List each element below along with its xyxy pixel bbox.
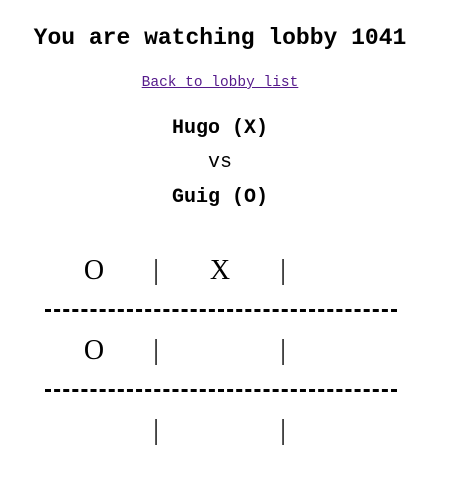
board-column-separator: | [153, 255, 159, 286]
board-cell-r1-c2[interactable]: X [190, 254, 250, 288]
board-cell-r1-c3[interactable] [318, 254, 378, 288]
board-column-separator: | [280, 415, 286, 446]
board-column-separator: | [280, 335, 286, 366]
board-column-separator: | [153, 415, 159, 446]
board-cell-r3-c1[interactable] [64, 414, 124, 448]
board-row-separator [45, 389, 397, 392]
board-cell-r2-c3[interactable] [318, 334, 378, 368]
board-cell-r2-c2[interactable] [190, 334, 250, 368]
board-column-separator: | [280, 255, 286, 286]
board-cell-r2-c1[interactable]: O [64, 334, 124, 368]
board-cell-r1-c1[interactable]: O [64, 254, 124, 288]
board-cell-r3-c3[interactable] [318, 414, 378, 448]
board-row-separator [45, 309, 397, 312]
board-cell-r3-c2[interactable] [190, 414, 250, 448]
board-column-separator: | [153, 335, 159, 366]
tic-tac-toe-board: O | X | O | | | | [0, 0, 453, 487]
